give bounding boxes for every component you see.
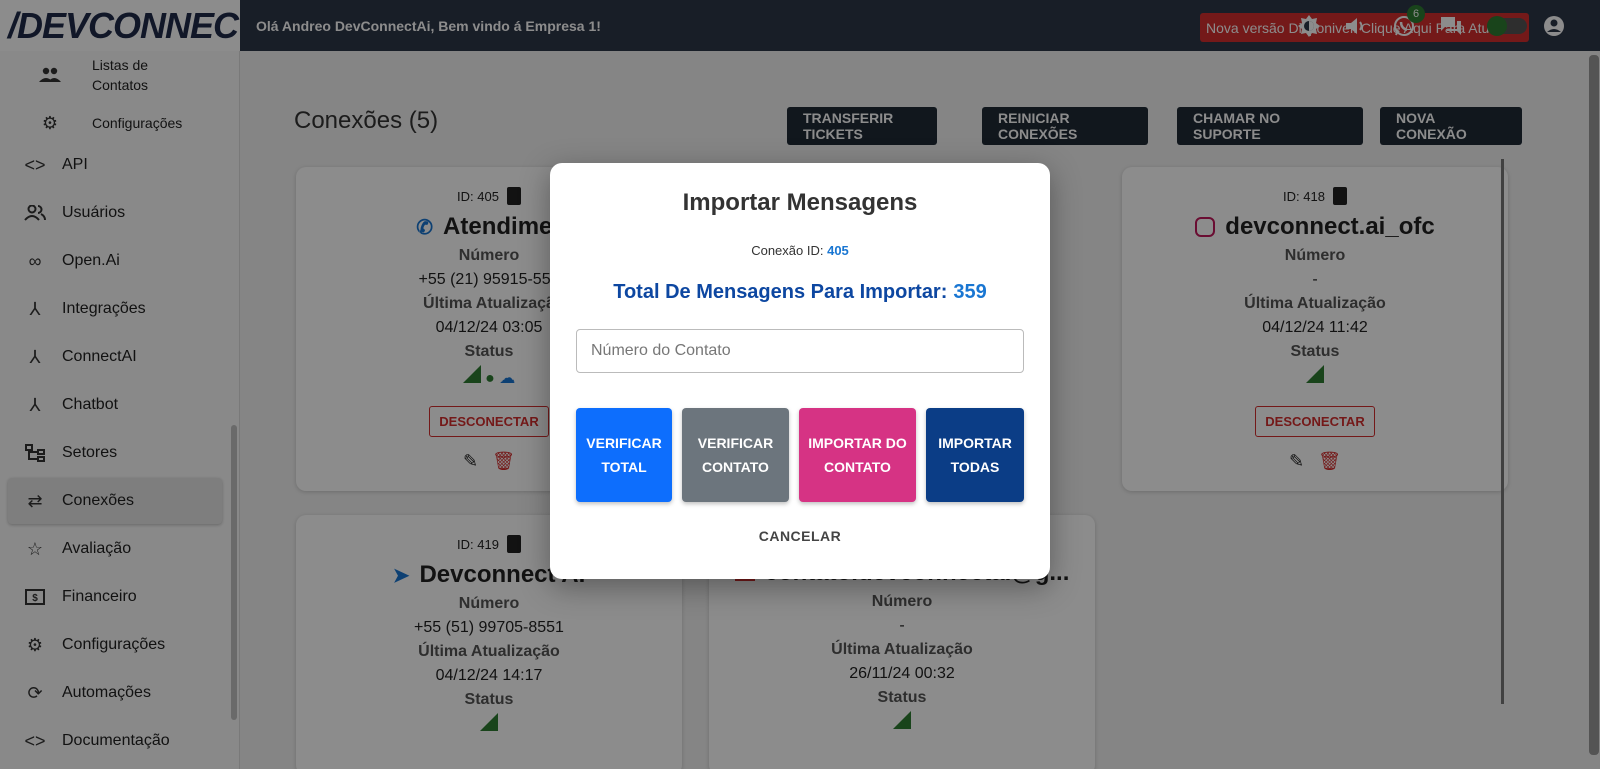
total-label: Total De Mensagens Para Importar: [613,281,948,303]
dialog-title: Importar Mensagens [682,189,918,216]
import-contact-button[interactable]: Importar do Contato [799,408,916,502]
connection-id-label: Conexão ID: [751,243,824,258]
cancel-button[interactable]: CANCELAR [550,528,1050,544]
total-messages-line: Total De Mensagens Para Importar: 359 [550,281,1050,304]
contact-number-input[interactable] [576,329,1024,373]
connection-id-value: 405 [827,243,849,258]
import-messages-dialog: Importar Mensagens Conexão ID: 405 Total… [550,163,1050,579]
verify-total-button[interactable]: Verificar Total [576,408,672,502]
import-all-button[interactable]: Importar Todas [926,408,1024,502]
connection-id-line: Conexão ID: 405 [550,243,1050,258]
total-value: 359 [953,281,987,303]
verify-contact-button[interactable]: Verificar Contato [682,408,789,502]
